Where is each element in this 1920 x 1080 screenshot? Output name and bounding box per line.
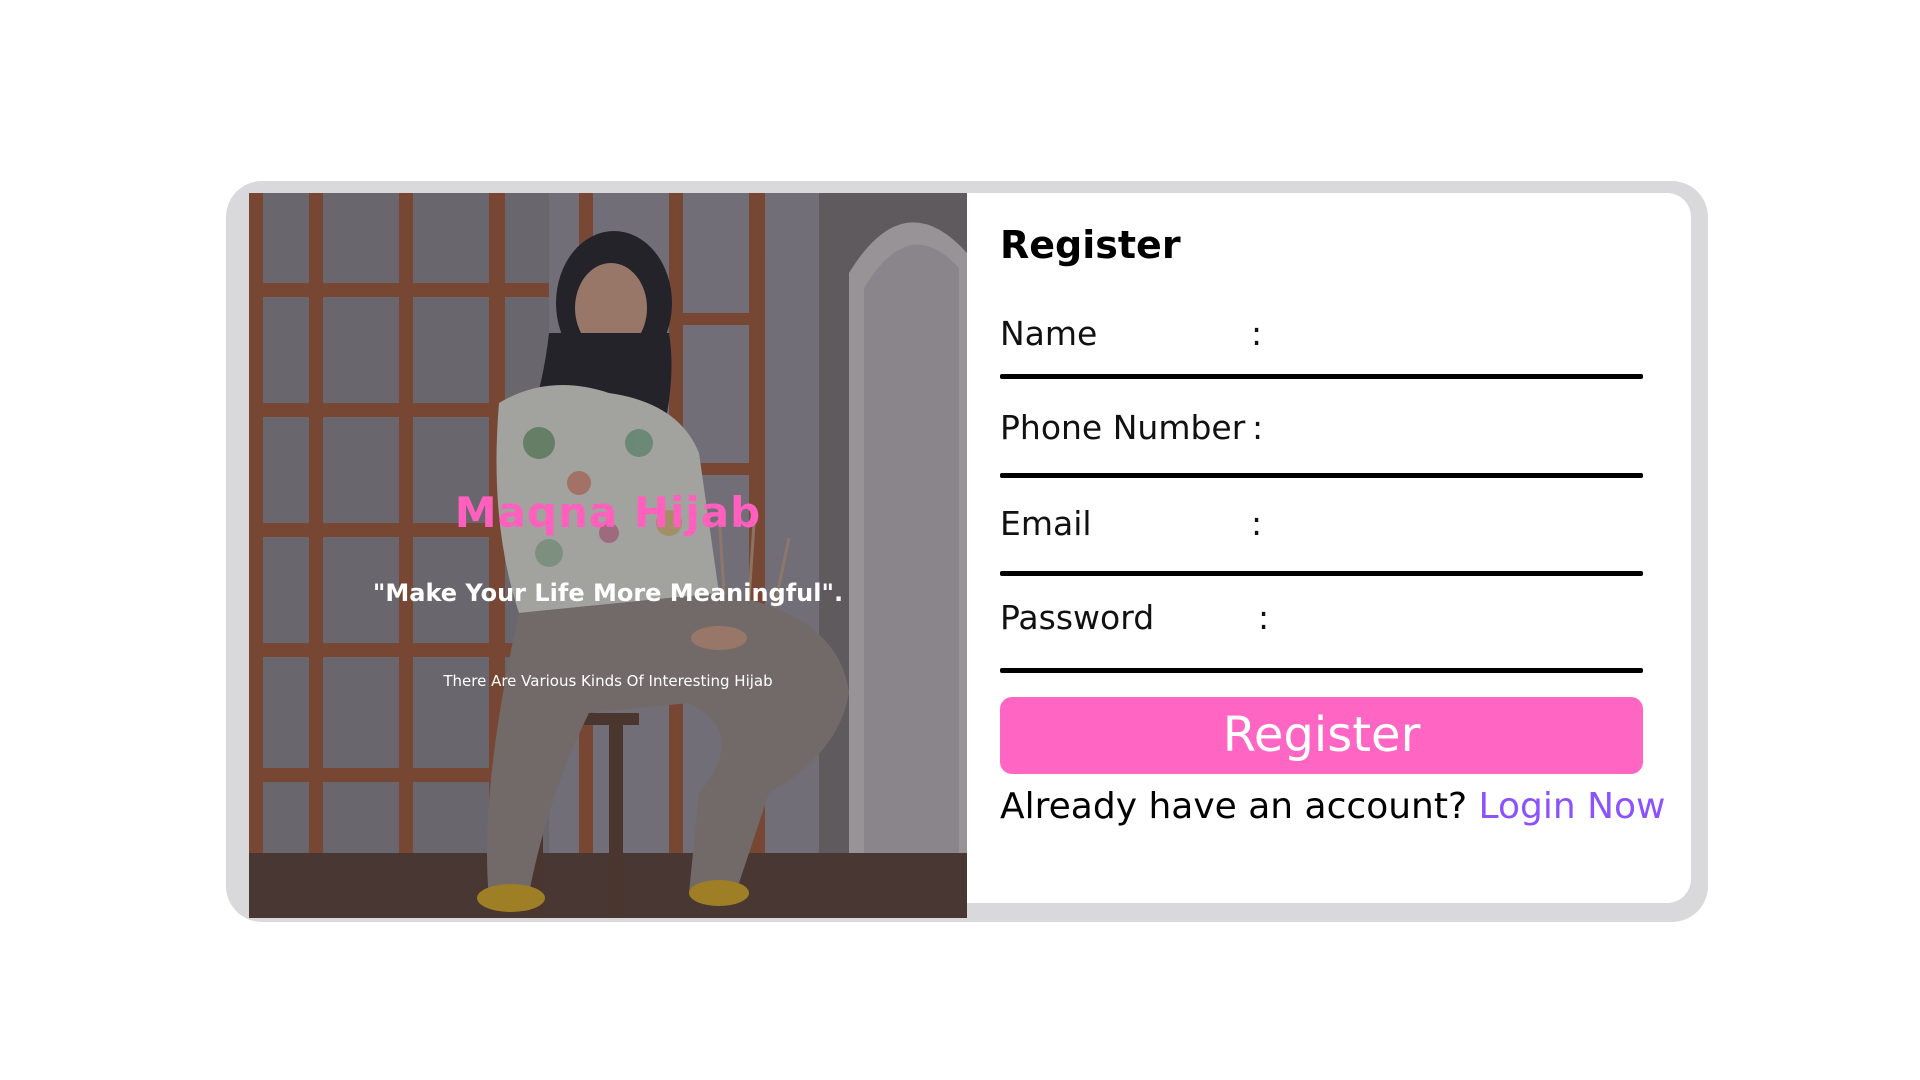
email-label: Email [1000,504,1092,543]
password-colon: : [1258,598,1270,637]
phone-number-underline [1000,473,1643,478]
brand-tagline: There Are Various Kinds Of Interesting H… [443,672,773,690]
phone-number-label: Phone Number [1000,408,1246,447]
brand-name: Maqna Hijab [454,488,762,537]
phone-number-colon: : [1252,408,1264,447]
email-input[interactable] [1255,503,1639,549]
password-input[interactable] [1275,597,1639,643]
name-label: Name [1000,314,1098,353]
register-button[interactable]: Register [1000,697,1643,774]
account-prompt-text: Already have an account? [1000,786,1468,827]
login-prompt-row: Already have an account? Login Now [1000,786,1666,827]
login-now-link[interactable]: Login Now [1479,786,1666,827]
password-label: Password [1000,598,1155,637]
brand-quote: "Make Your Life More Meaningful". [372,579,844,607]
phone-number-input[interactable] [1270,407,1639,453]
password-underline [1000,668,1643,673]
email-underline [1000,571,1643,576]
hero-photo-panel: Maqna Hijab "Make Your Life More Meaning… [249,193,967,918]
name-input[interactable] [1255,313,1639,359]
photo-dark-overlay [249,193,967,918]
name-underline [1000,374,1643,379]
form-title: Register [1000,223,1181,267]
